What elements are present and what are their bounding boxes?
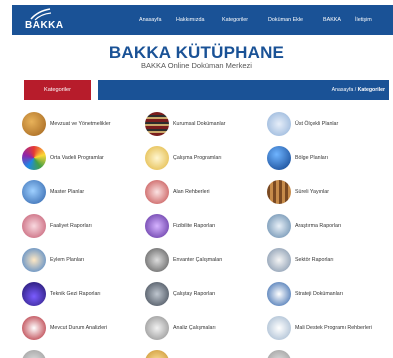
pen-icon — [267, 316, 291, 340]
category-label: Çalıştay Raporları — [173, 291, 216, 297]
category-mevcut-durum[interactable]: Mevcut Durum Analizleri — [22, 316, 107, 340]
site-logo[interactable]: BAKKA — [25, 20, 64, 31]
category-label: Sektör Raporları — [295, 257, 334, 263]
bookshelf-icon — [267, 180, 291, 204]
category-label: Araştırma Raporları — [295, 223, 342, 229]
globe-icon — [267, 146, 291, 170]
category-label: Mali Destek Programı Rehberleri — [295, 325, 372, 331]
category-label: Çalışma Programları — [173, 155, 222, 161]
category-label: Alan Rehberleri — [173, 189, 210, 195]
category-label: Süreli Yayınlar — [295, 189, 329, 195]
category-strateji[interactable]: Strateji Dokümanları — [267, 282, 343, 306]
schedule-icon — [145, 146, 169, 170]
category-bar: Kategoriler Anasayfa / Kategoriler — [24, 80, 389, 100]
category-faaliyet[interactable]: Faaliyet Raporları — [22, 214, 92, 238]
search-icon — [267, 214, 291, 238]
category-label: Mevzuat ve Yönetmelikler — [50, 121, 111, 127]
nav-kategoriler[interactable]: Kategoriler — [222, 17, 248, 23]
category-mali-destek[interactable]: Mali Destek Programı Rehberleri — [267, 316, 372, 340]
category-calistay[interactable]: Çalıştay Raporları — [145, 282, 215, 306]
category-label: Strateji Dokümanları — [295, 291, 343, 297]
category-partial[interactable] — [145, 350, 169, 358]
page-title: BAKKA KÜTÜPHANE — [108, 43, 285, 62]
category-label: Master Planlar — [50, 189, 85, 195]
network-icon — [145, 180, 169, 204]
category-arastirma[interactable]: Araştırma Raporları — [267, 214, 341, 238]
nav-iletisim[interactable]: İletişim — [355, 17, 372, 23]
category-master[interactable]: Master Planlar — [22, 180, 84, 204]
breadcrumb: Anasayfa / Kategoriler — [332, 87, 385, 93]
category-envanter[interactable]: Envanter Çalışmaları — [145, 248, 222, 272]
page-subtitle: BAKKA Online Doküman Merkezi — [141, 61, 252, 70]
category-orta-vadeli[interactable]: Orta Vadeli Programlar — [22, 146, 104, 170]
category-label: Fizibilite Raporları — [173, 223, 216, 229]
category-eylem[interactable]: Eylem Planları — [22, 248, 84, 272]
category-calisma[interactable]: Çalışma Programları — [145, 146, 222, 170]
category-bolge[interactable]: Bölge Planları — [267, 146, 328, 170]
category-bar-divider — [91, 80, 98, 100]
chart-icon — [22, 146, 46, 170]
books-icon — [145, 112, 169, 136]
category-label: Faaliyet Raporları — [50, 223, 92, 229]
category-partial[interactable] — [22, 350, 46, 358]
team-icon — [22, 248, 46, 272]
category-fizibilite[interactable]: Fizibilite Raporları — [145, 214, 215, 238]
category-label: Teknik Gezi Raporları — [50, 291, 101, 297]
lightning-icon — [22, 282, 46, 306]
strategy-icon — [267, 282, 291, 306]
category-alan[interactable]: Alan Rehberleri — [145, 180, 210, 204]
category-sektor[interactable]: Sektör Raporları — [267, 248, 334, 272]
category-label: Mevcut Durum Analizleri — [50, 325, 108, 331]
gears-icon — [267, 248, 291, 272]
category-label: Analiz Çalışmaları — [173, 325, 216, 331]
partial-icon — [22, 350, 46, 358]
gavel-icon — [22, 112, 46, 136]
category-analiz[interactable]: Analiz Çalışmaları — [145, 316, 216, 340]
category-teknik-gezi[interactable]: Teknik Gezi Raporları — [22, 282, 101, 306]
category-label: Orta Vadeli Programlar — [50, 155, 104, 161]
meeting-icon — [145, 282, 169, 306]
report-icon — [22, 214, 46, 238]
category-sureli[interactable]: Süreli Yayınlar — [267, 180, 329, 204]
categories-button[interactable]: Kategoriler — [24, 80, 91, 100]
partial-icon — [145, 350, 169, 358]
documents-icon — [267, 112, 291, 136]
category-kurumsal[interactable]: Kurumsal Dokümanlar — [145, 112, 225, 136]
nav-dokuman-ekle[interactable]: Doküman Ekle — [268, 17, 303, 23]
category-grid: Mevzuat ve Yönetmelikler Kurumsal Doküma… — [22, 112, 393, 358]
breadcrumb-current: Kategoriler — [357, 87, 385, 93]
category-ust-olcekli[interactable]: Üst Ölçekli Planlar — [267, 112, 338, 136]
category-mevzuat[interactable]: Mevzuat ve Yönetmelikler — [22, 112, 111, 136]
category-partial[interactable] — [267, 350, 291, 358]
category-label: Eylem Planları — [50, 257, 85, 263]
archive-icon — [145, 248, 169, 272]
category-label: Üst Ölçekli Planlar — [295, 121, 339, 127]
lightbulb-icon — [145, 214, 169, 238]
category-label: Bölge Planları — [295, 155, 328, 161]
nav-hakkimizda[interactable]: Hakkımızda — [176, 17, 204, 23]
analysis-icon — [22, 316, 46, 340]
nav-anasayfa[interactable]: Anasayfa — [139, 17, 161, 23]
partial-icon — [267, 350, 291, 358]
category-label: Kurumsal Dokümanlar — [173, 121, 226, 127]
top-navbar: BAKKA Anasayfa Hakkımızda Kategoriler Do… — [12, 5, 393, 35]
magnifier-icon — [145, 316, 169, 340]
nav-bakka[interactable]: BAKKA — [323, 17, 341, 23]
magnifier-icon — [22, 180, 46, 204]
breadcrumb-home[interactable]: Anasayfa — [332, 87, 354, 93]
category-label: Envanter Çalışmaları — [173, 257, 223, 263]
